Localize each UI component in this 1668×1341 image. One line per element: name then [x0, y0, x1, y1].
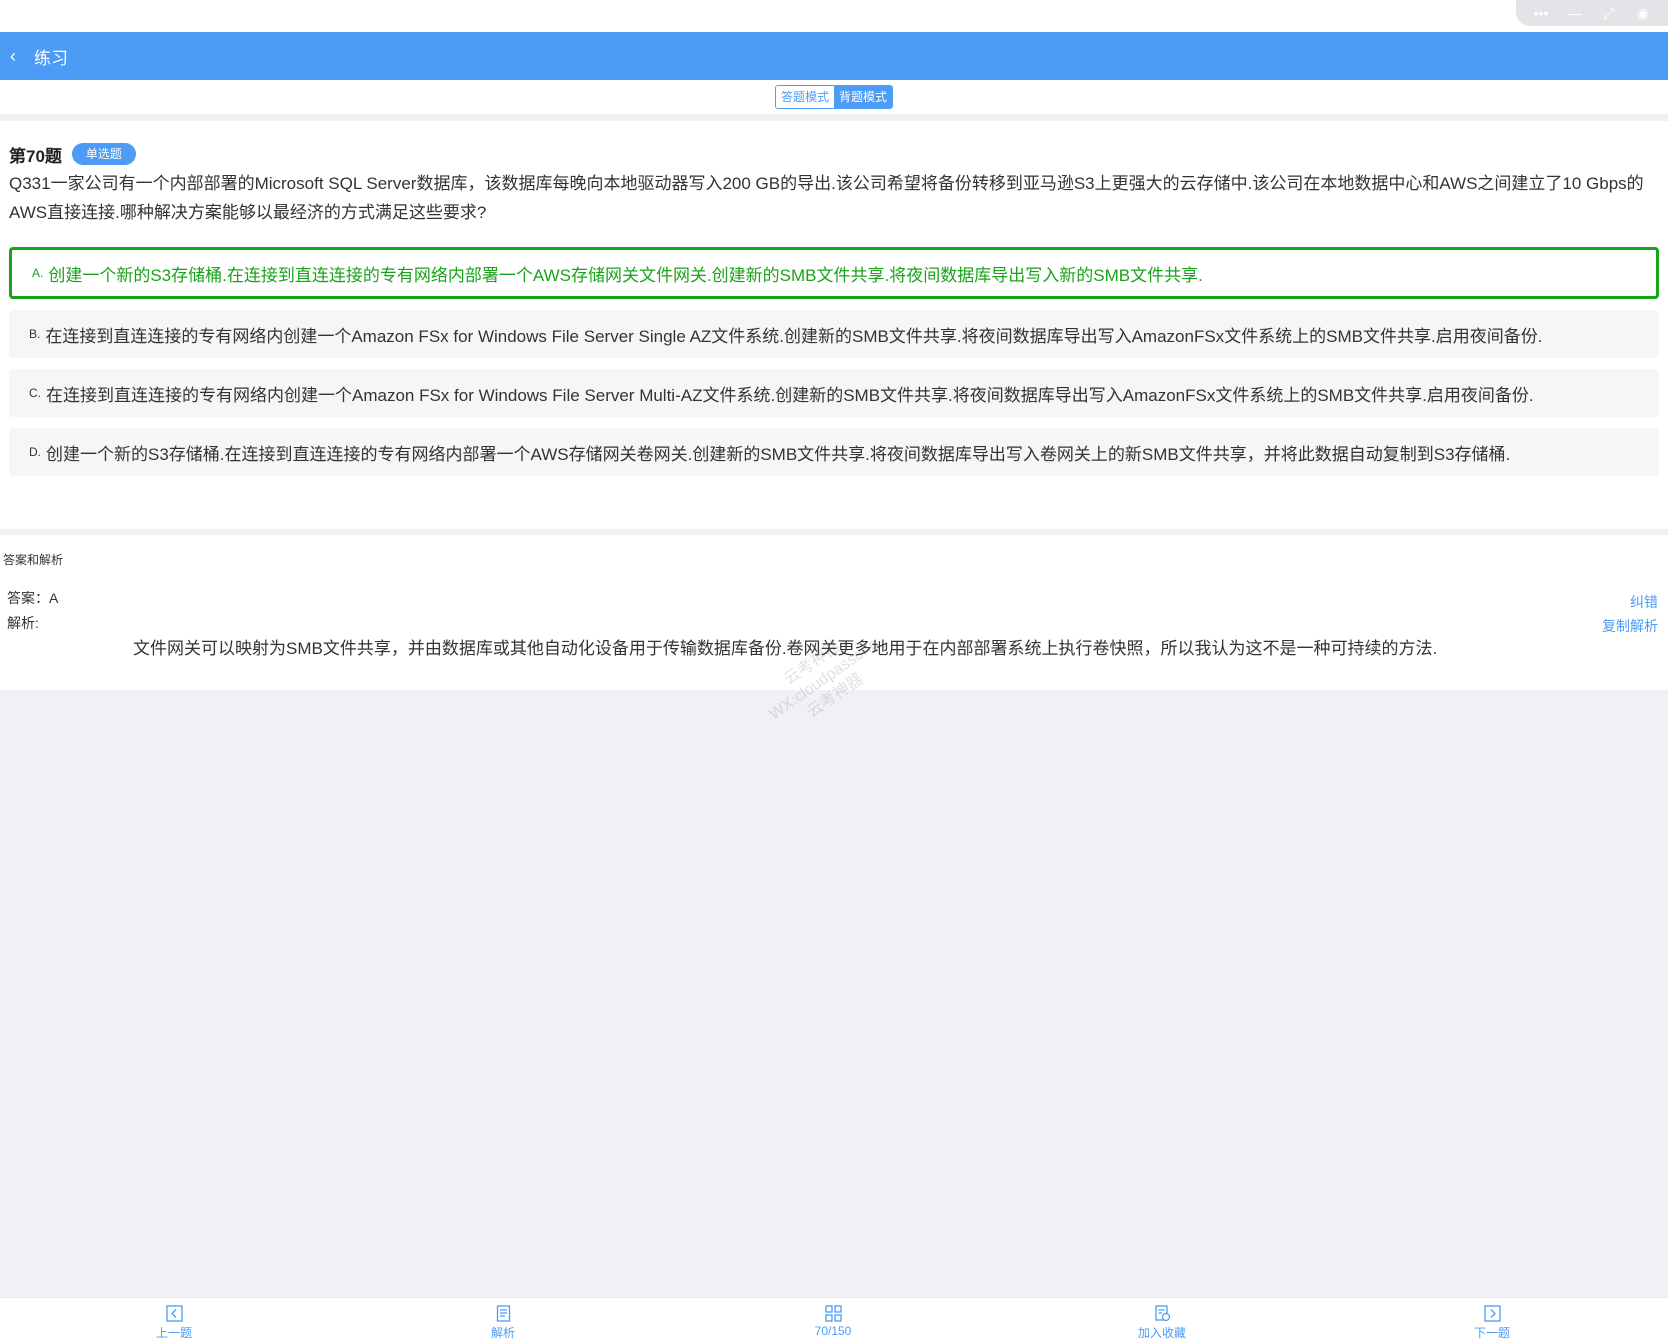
option-b[interactable]: B. 在连接到直连连接的专有网络内创建一个Amazon FSx for Wind… [9, 310, 1659, 358]
restore-icon[interactable]: ⤢ [1600, 6, 1618, 20]
next-question-label: 下一题 [1473, 1326, 1510, 1340]
window-controls: ••• — ⤢ ◉ [1516, 0, 1668, 26]
option-letter: B. [29, 327, 41, 341]
analysis-label: 解析 [490, 1326, 515, 1340]
page-title: 练习 [34, 48, 68, 68]
bottom-nav: 上一题 解析 70/150 加入收藏 下一题 [0, 1297, 1668, 1341]
explanation-text: 文件网关可以映射为SMB文件共享，并由数据库或其他自动化设备用于传输数据库备份.… [133, 639, 1438, 658]
report-error-link[interactable]: 纠错 [1630, 592, 1658, 612]
answer-section-title: 答案和解析 [3, 553, 64, 567]
more-icon[interactable]: ••• [1532, 6, 1550, 20]
option-letter: A. [32, 266, 44, 280]
prev-question-label: 上一题 [155, 1326, 192, 1340]
window-titlebar: ••• — ⤢ ◉ [0, 0, 1668, 32]
question-header: 第70题 单选题 [9, 143, 1659, 166]
answer-card: 答案和解析 答案：A 解析: 文件网关可以映射为SMB文件共享，并由数据库或其他… [0, 535, 1668, 690]
progress-label: 70/150 [814, 1324, 852, 1338]
option-d[interactable]: D. 创建一个新的S3存储桶.在连接到直连连接的专有网络内部署一个AWS存储网关… [9, 428, 1659, 476]
option-letter: D. [29, 445, 41, 459]
progress-button[interactable]: 70/150 [778, 1298, 888, 1341]
answer-value: 答案：A [7, 590, 59, 606]
add-favorite-button[interactable]: 加入收藏 [1107, 1298, 1217, 1341]
arrow-right-box-icon [1483, 1305, 1501, 1322]
add-favorite-label: 加入收藏 [1137, 1326, 1186, 1340]
mode-toggle: 答题模式 背题模式 [775, 85, 893, 109]
copy-explanation-link[interactable]: 复制解析 [1602, 616, 1658, 636]
grid-icon [824, 1305, 842, 1322]
explanation-label: 解析: [7, 615, 39, 631]
analysis-button[interactable]: 解析 [448, 1298, 558, 1341]
option-text: 创建一个新的S3存储桶.在连接到直连连接的专有网络内部署一个AWS存储网关文件网… [48, 265, 1203, 285]
question-card: 第70题 单选题 Q331一家公司有一个内部部署的Microsoft SQL S… [0, 121, 1668, 529]
question-text: Q331一家公司有一个内部部署的Microsoft SQL Server数据库，… [9, 174, 1644, 222]
document-icon [496, 1305, 510, 1322]
option-a[interactable]: A. 创建一个新的S3存储桶.在连接到直连连接的专有网络内部署一个AWS存储网关… [9, 247, 1659, 299]
option-c[interactable]: C. 在连接到直连连接的专有网络内创建一个Amazon FSx for Wind… [9, 369, 1659, 417]
close-icon[interactable]: ◉ [1634, 6, 1652, 20]
next-question-button[interactable]: 下一题 [1437, 1298, 1547, 1341]
option-text: 在连接到直连连接的专有网络内创建一个Amazon FSx for Windows… [46, 385, 1534, 405]
top-navbar: ‹ 练习 [0, 32, 1668, 80]
mode-bar: 答题模式 背题模式 [0, 80, 1668, 114]
bookmark-icon [1154, 1305, 1170, 1322]
minimize-icon[interactable]: — [1566, 6, 1584, 20]
memorize-mode-button[interactable]: 背题模式 [834, 86, 892, 108]
option-text: 在连接到直连连接的专有网络内创建一个Amazon FSx for Windows… [45, 326, 1543, 346]
option-text: 创建一个新的S3存储桶.在连接到直连连接的专有网络内部署一个AWS存储网关卷网关… [46, 444, 1511, 464]
chevron-left-icon[interactable]: ‹ [10, 46, 26, 67]
question-type-badge: 单选题 [71, 143, 136, 165]
question-number: 第70题 [9, 146, 62, 166]
arrow-left-box-icon [165, 1305, 183, 1322]
answer-mode-button[interactable]: 答题模式 [776, 86, 834, 108]
option-letter: C. [29, 386, 41, 400]
prev-question-button[interactable]: 上一题 [119, 1298, 229, 1341]
